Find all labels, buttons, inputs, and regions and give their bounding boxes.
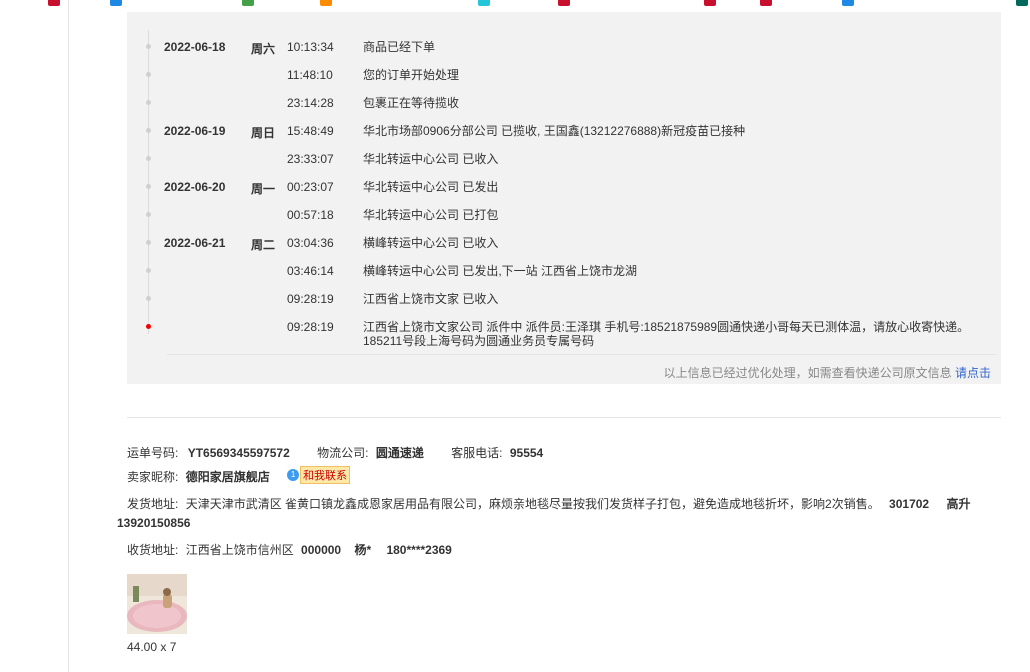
event-date: 2022-06-20 [164,180,226,194]
contact-label: 和我联系 [300,465,351,484]
tracking-event: 09:28:19 江西省上饶市文家 已收入 [127,284,1001,312]
round-rug-image [127,574,187,634]
timeline-dot [146,128,151,133]
tracking-event: 03:46:14 横峰转运中心公司 已发出,下一站 江西省上饶市龙湖 [127,256,1001,284]
event-time: 15:48:49 [287,124,334,138]
event-description: 包裹正在等待揽收 [363,96,460,110]
bookmark-icon[interactable] [48,0,60,6]
timeline-dot [146,212,151,217]
divider [167,354,997,355]
event-time: 23:33:07 [287,152,334,166]
timeline-dot [146,100,151,105]
tracking-event: 23:33:07 华北转运中心公司 已收入 [127,144,1001,172]
page-divider [68,0,69,672]
event-time: 10:13:34 [287,40,334,54]
event-description: 华北转运中心公司 已发出 [363,180,499,194]
event-time: 23:14:28 [287,96,334,110]
tracking-event: 09:28:19 江西省上饶市文家公司 派件中 派件员:王泽琪 手机号:18521… [127,312,1001,348]
ship-to-zip: 000000 [301,543,342,557]
waybill-label: 运单号码: [127,446,179,460]
service-phone: 95554 [509,446,544,460]
seller-row: 卖家昵称: 德阳家居旗舰店 1 和我联系 [127,465,351,487]
bookmark-icon[interactable] [1016,0,1028,6]
ship-to-label: 收货地址: [127,543,179,557]
ship-to-address: 江西省上饶市信州区 [185,543,294,557]
event-description: 商品已经下单 [363,40,436,54]
event-time: 11:48:10 [287,68,333,82]
tracking-event: 2022-06-20 周一 00:23:07 华北转运中心公司 已发出 [127,172,1001,200]
timeline-dot [146,240,151,245]
carrier-label: 物流公司: [317,446,369,460]
event-description: 江西省上饶市文家 已收入 [363,292,499,306]
event-description: 华北转运中心公司 已打包 [363,208,499,222]
bookmarks-bar [0,0,1030,6]
tracking-event: 2022-06-18 周六 10:13:34 商品已经下单 [127,32,1001,60]
event-time: 03:46:14 [287,264,334,278]
current-status-dot [146,324,151,329]
product-thumbnail[interactable] [127,574,187,634]
bookmark-icon[interactable] [478,0,490,6]
tracking-note: 以上信息已经过优化处理，如需查看快递公司原文信息 请点击 [663,366,991,380]
event-description: 您的订单开始处理 [363,68,460,82]
divider [127,417,1001,418]
tracking-event: 2022-06-21 周二 03:04:36 横峰转运中心公司 已收入 [127,228,1001,256]
seller-name[interactable]: 德阳家居旗舰店 [186,470,270,484]
event-description: 横峰转运中心公司 已收入 [363,236,499,250]
event-weekday: 周二 [251,238,276,252]
event-time: 09:28:19 [287,320,334,334]
ship-from-address: 天津天津市武清区 雀黄口镇龙鑫成恩家居用品有限公司，麻烦亲地毯尽量按我们发货样子… [185,497,880,511]
service-phone-label: 客服电话: [451,446,503,460]
contact-seller-button[interactable]: 1 和我联系 [287,465,351,484]
tracking-panel: 2022-06-18 周六 10:13:34 商品已经下单 11:48:10 您的订单开始… [127,12,1001,384]
timeline-dot [146,72,151,77]
product-price-qty: 44.00 x 7 [127,640,177,654]
event-date: 2022-06-18 [164,40,226,54]
event-weekday: 周一 [251,182,276,196]
seller-label: 卖家昵称: [127,470,179,484]
event-date: 2022-06-21 [164,236,226,250]
event-description: 华北市场部0906分部公司 已揽收, 王国鑫(13212276888)新冠疫苗已… [363,124,746,138]
event-description: 江西省上饶市文家公司 派件中 派件员:王泽琪 手机号:18521875989圆通… [363,320,970,348]
ship-to-name: 杨* [354,543,372,557]
tracking-event: 00:57:18 华北转运中心公司 已打包 [127,200,1001,228]
bookmark-icon[interactable] [558,0,570,6]
event-description: 华北转运中心公司 已收入 [363,152,499,166]
timeline-dot [146,156,151,161]
ship-from-label: 发货地址: [127,497,179,511]
ship-from-zip: 301702 [889,497,930,511]
event-time: 00:57:18 [287,208,334,222]
bookmark-icon[interactable] [320,0,332,6]
event-weekday: 周六 [251,42,276,56]
event-weekday: 周日 [251,126,276,140]
event-date: 2022-06-19 [164,124,226,138]
waybill-row: 运单号码: YT6569345597572 物流公司: 圆通速递 客服电话: 9… [127,444,543,461]
bookmark-icon[interactable] [704,0,716,6]
ship-from-row: 发货地址: 天津天津市武清区 雀黄口镇龙鑫成恩家居用品有限公司，麻烦亲地毯尽量按… [127,492,987,516]
chat-icon: 1 [287,468,300,481]
bookmark-icon[interactable] [842,0,854,6]
timeline-dot [146,296,151,301]
event-description: 横峰转运中心公司 已发出,下一站 江西省上饶市龙湖 [363,264,638,278]
timeline-dot [146,184,151,189]
event-time: 09:28:19 [287,292,334,306]
bookmark-icon[interactable] [110,0,122,6]
timeline-dot [146,268,151,273]
timeline-dot [146,44,151,49]
waybill-number: YT6569345597572 [187,446,290,460]
ship-from-contact: 高升 [946,497,971,511]
ship-from-phone-row: 13920150856 [117,516,190,530]
view-original-link[interactable]: 请点击 [955,366,991,380]
tracking-event: 2022-06-19 周日 15:48:49 华北市场部0906分部公司 已揽收, 王… [127,116,1001,144]
ship-to-phone: 180****2369 [386,543,452,557]
ship-from-phone: 13920150856 [117,516,191,530]
bookmark-icon[interactable] [760,0,772,6]
event-time: 00:23:07 [287,180,334,194]
bookmark-icon[interactable] [242,0,254,6]
tracking-event: 23:14:28 包裹正在等待揽收 [127,88,1001,116]
event-time: 03:04:36 [287,236,334,250]
carrier-name: 圆通速递 [375,446,424,460]
ship-to-row: 收货地址: 江西省上饶市信州区 000000 杨* 180****2369 [127,541,452,558]
tracking-event: 11:48:10 您的订单开始处理 [127,60,1001,88]
